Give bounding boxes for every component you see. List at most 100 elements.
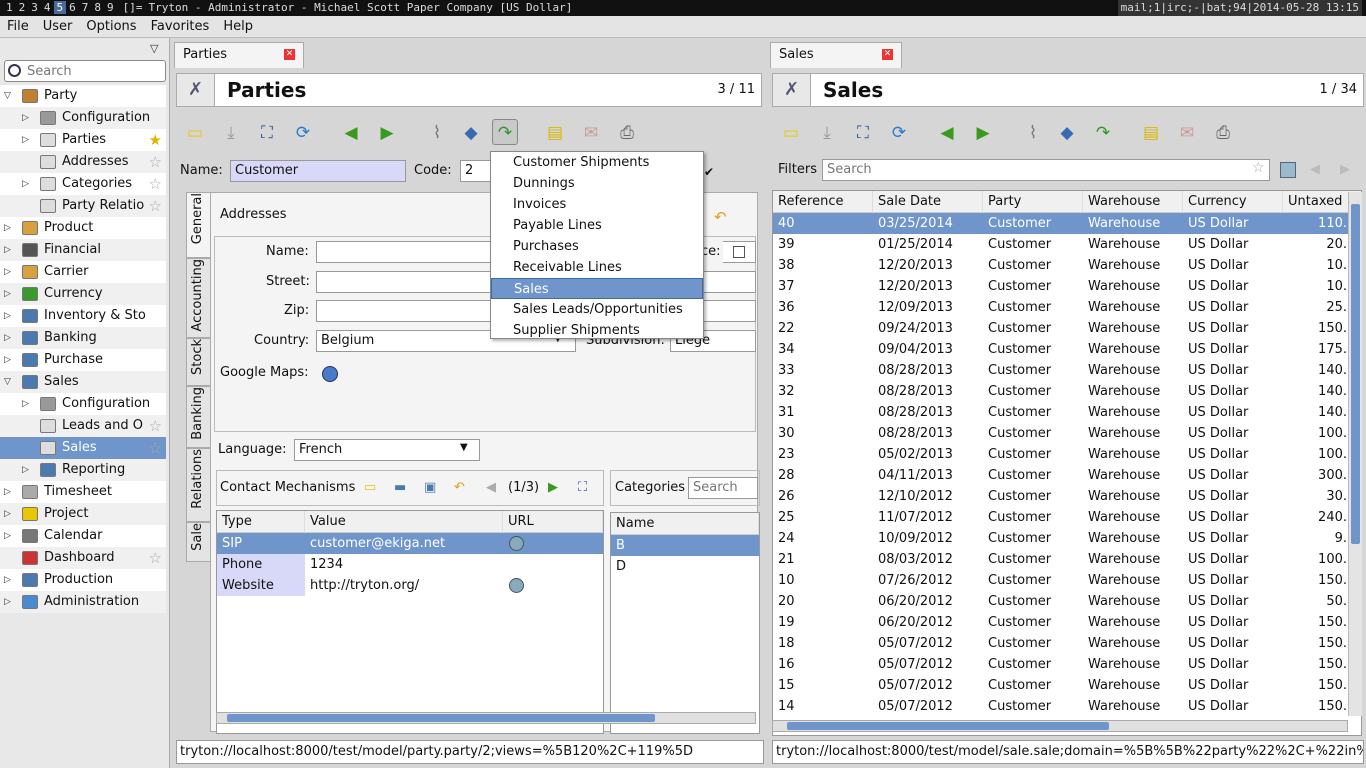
table-row[interactable]: Website http://tryton.org/: [217, 575, 603, 596]
workspace-3[interactable]: 3: [28, 1, 41, 14]
sidebar-item-configuration[interactable]: ▷ Configuration: [0, 107, 166, 129]
code-field[interactable]: 2: [460, 160, 494, 182]
relate-item-dunnings[interactable]: Dunnings: [491, 173, 703, 194]
table-row[interactable]: 25 11/07/2012 Customer Warehouse US Dollar 24…: [773, 507, 1361, 528]
column-header-name[interactable]: Name: [611, 513, 759, 535]
column-header-url[interactable]: URL: [503, 511, 603, 533]
switch-view-icon[interactable]: ⛶: [578, 480, 587, 495]
table-row[interactable]: 31 08/28/2013 Customer Warehouse US Dollar 14…: [773, 402, 1361, 423]
table-row[interactable]: 28 04/11/2013 Customer Warehouse US Dollar 30…: [773, 465, 1361, 486]
new-icon[interactable]: ▭: [364, 480, 376, 495]
sidebar-item-sales[interactable]: ▽ Sales: [0, 371, 166, 393]
wrench-icon[interactable]: ✗: [177, 74, 215, 106]
switch-view-icon[interactable]: ⛶: [254, 120, 280, 146]
table-row[interactable]: 18 05/07/2012 Customer Warehouse US Dollar 15…: [773, 633, 1361, 654]
workspace-5[interactable]: 5: [53, 1, 67, 14]
menu-favorites[interactable]: Favorites: [144, 16, 217, 38]
email-icon[interactable]: ✉: [1174, 120, 1200, 146]
menu-tree[interactable]: ▽ Party ▷ Configuration ▷ Parties ★ Addresses ☆ ▷…: [0, 85, 166, 613]
table-row[interactable]: Phone 1234: [217, 554, 603, 575]
relate-icon[interactable]: ↷: [492, 119, 518, 145]
expander-icon[interactable]: ▷: [4, 261, 14, 283]
next-icon[interactable]: ▶: [548, 480, 558, 495]
sidebar-item-party-relatio[interactable]: Party Relatio ☆: [0, 195, 166, 217]
bookmark-icon[interactable]: [1280, 162, 1296, 178]
table-row[interactable]: 21 08/03/2012 Customer Warehouse US Dollar 10…: [773, 549, 1361, 570]
active-checkbox[interactable]: ✔: [704, 165, 714, 179]
undo-icon[interactable]: ↶: [454, 480, 465, 495]
sidebar-item-production[interactable]: ▷ Production: [0, 569, 166, 591]
table-row[interactable]: 32 08/28/2013 Customer Warehouse US Dollar 14…: [773, 381, 1361, 402]
expander-icon[interactable]: ▽: [4, 85, 14, 107]
sidebar-item-party[interactable]: ▽ Party: [0, 85, 166, 107]
sidebar-item-reporting[interactable]: ▷ Reporting: [0, 459, 166, 481]
previous-icon[interactable]: ◀: [934, 120, 960, 146]
tab-relations[interactable]: Relations: [186, 448, 210, 522]
sidebar-item-administration[interactable]: ▷ Administration: [0, 591, 166, 613]
sales-search-input[interactable]: Search: [822, 159, 1270, 181]
list-item[interactable]: B: [611, 535, 759, 556]
sidebar-item-addresses[interactable]: Addresses ☆: [0, 151, 166, 173]
sidebar-item-inventory-sto[interactable]: ▷ Inventory & Sto: [0, 305, 166, 327]
workspace-1[interactable]: 1: [3, 1, 16, 14]
table-row[interactable]: 37 12/20/2013 Customer Warehouse US Dollar 10…: [773, 276, 1361, 297]
list-item[interactable]: D: [611, 556, 759, 577]
sidebar-item-timesheet[interactable]: ▷ Timesheet: [0, 481, 166, 503]
menu-help[interactable]: Help: [216, 16, 260, 38]
star-icon[interactable]: ☆: [149, 437, 162, 459]
previous-icon[interactable]: ◀: [338, 120, 364, 146]
workspace-list[interactable]: 123456789: [0, 1, 120, 14]
switch-view-icon[interactable]: ⛶: [850, 120, 876, 146]
tab-banking[interactable]: Banking: [186, 386, 210, 448]
relate-item-sales-leads-opportunities[interactable]: Sales Leads/Opportunities: [491, 299, 703, 320]
previous-icon[interactable]: ◀: [1310, 162, 1320, 177]
sidebar-item-project[interactable]: ▷ Project: [0, 503, 166, 525]
expander-icon[interactable]: ▷: [4, 305, 14, 327]
reload-icon[interactable]: ⟳: [290, 120, 316, 146]
table-row[interactable]: 34 09/04/2013 Customer Warehouse US Dollar 17…: [773, 339, 1361, 360]
column-header-value[interactable]: Value: [305, 511, 503, 533]
horizontal-scrollbar[interactable]: [216, 712, 756, 724]
relate-item-customer-shipments[interactable]: Customer Shipments: [491, 152, 703, 173]
expander-icon[interactable]: ▷: [4, 503, 14, 525]
table-row[interactable]: 40 03/25/2014 Customer Warehouse US Dollar 11…: [773, 213, 1361, 234]
expander-icon[interactable]: ▷: [4, 525, 14, 547]
sidebar-item-purchase[interactable]: ▷ Purchase: [0, 349, 166, 371]
star-icon[interactable]: ☆: [149, 195, 162, 217]
column-header-reference[interactable]: Reference: [773, 191, 873, 213]
chevron-down-icon[interactable]: ▼: [460, 442, 468, 453]
expander-icon[interactable]: ▷: [22, 459, 32, 481]
undo-icon[interactable]: ↶: [714, 208, 727, 226]
table-row[interactable]: 16 05/07/2012 Customer Warehouse US Dollar 15…: [773, 654, 1361, 675]
menu-file[interactable]: File: [0, 16, 36, 38]
table-row[interactable]: 26 12/10/2012 Customer Warehouse US Dollar 30…: [773, 486, 1361, 507]
table-row[interactable]: 30 08/28/2013 Customer Warehouse US Dollar 10…: [773, 423, 1361, 444]
star-icon[interactable]: ★: [149, 129, 162, 151]
table-row[interactable]: 23 05/02/2013 Customer Warehouse US Dollar 10…: [773, 444, 1361, 465]
table-row[interactable]: 22 09/24/2013 Customer Warehouse US Dollar 15…: [773, 318, 1361, 339]
table-row[interactable]: 14 05/07/2012 Customer Warehouse US Dollar 15…: [773, 696, 1361, 717]
workspace-4[interactable]: 4: [41, 1, 54, 14]
next-icon[interactable]: ▶: [374, 120, 400, 146]
table-row[interactable]: 24 10/09/2012 Customer Warehouse US Dollar 9.: [773, 528, 1361, 549]
star-icon[interactable]: ☆: [149, 151, 162, 173]
workspace-8[interactable]: 8: [91, 1, 104, 14]
print-icon[interactable]: ⎙: [1210, 120, 1236, 146]
expander-icon[interactable]: ▷: [4, 283, 14, 305]
expander-icon[interactable]: ▷: [22, 129, 32, 151]
email-icon[interactable]: ✉: [578, 120, 604, 146]
name-field[interactable]: Customer: [230, 160, 406, 182]
sidebar-item-product[interactable]: ▷ Product: [0, 217, 166, 239]
save-icon[interactable]: ⤓: [218, 120, 244, 146]
expander-icon[interactable]: ▷: [22, 393, 32, 415]
report-icon[interactable]: ▤: [542, 120, 568, 146]
expander-icon[interactable]: ▷: [4, 349, 14, 371]
reload-icon[interactable]: ⟳: [886, 120, 912, 146]
relate-icon[interactable]: ↷: [1090, 120, 1116, 146]
sidebar-item-calendar[interactable]: ▷ Calendar: [0, 525, 166, 547]
sidebar-item-sales[interactable]: Sales ☆: [0, 437, 166, 459]
workspace-6[interactable]: 6: [66, 1, 79, 14]
expander-icon[interactable]: ▷: [4, 327, 14, 349]
wrench-icon[interactable]: ✗: [773, 74, 811, 106]
relate-item-purchases[interactable]: Purchases: [491, 236, 703, 257]
